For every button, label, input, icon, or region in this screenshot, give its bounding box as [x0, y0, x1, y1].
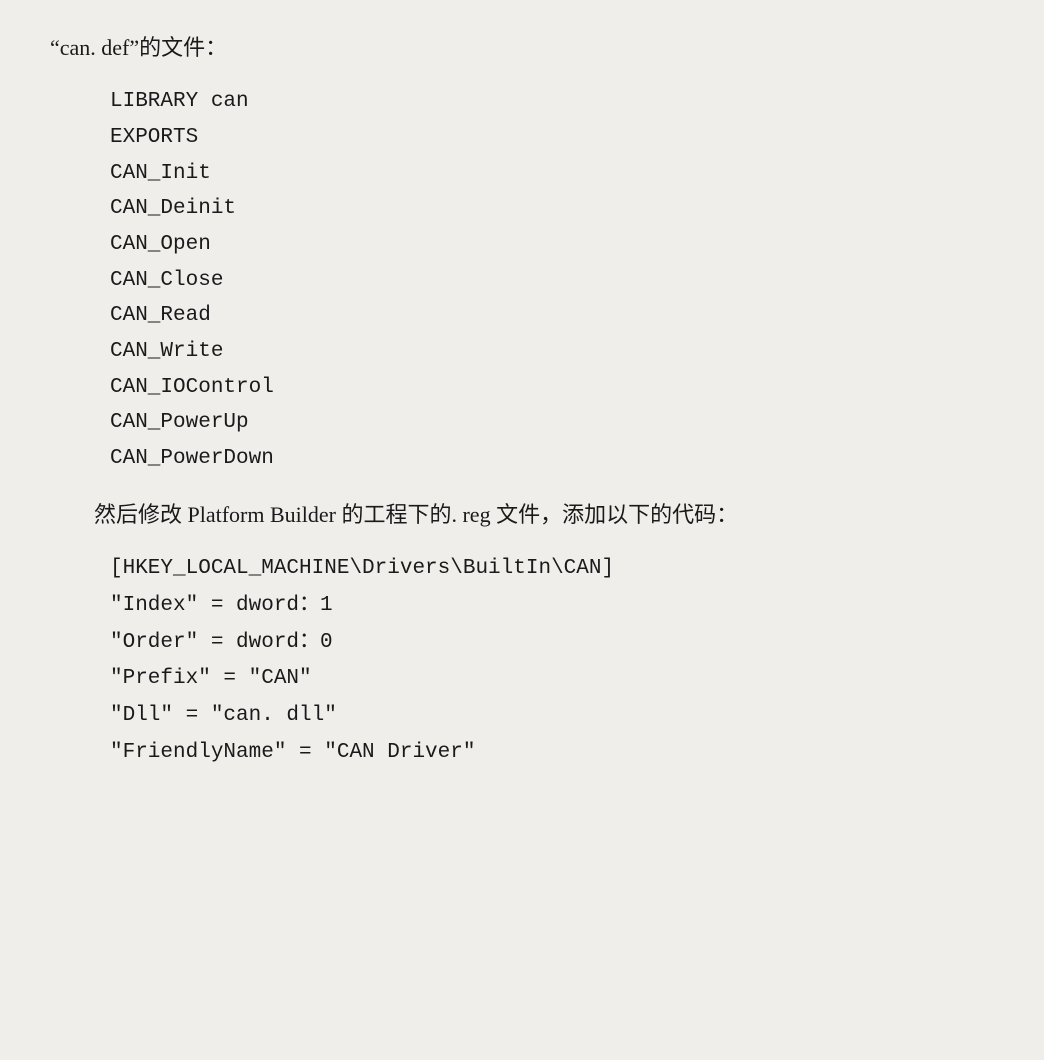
- registry-line-friendlyname: "FriendlyName" = "CAN Driver": [110, 735, 994, 772]
- code-line-canread: CAN_Read: [110, 298, 994, 334]
- code-line-exports: EXPORTS: [110, 120, 994, 156]
- registry-code-block: [HKEY_LOCAL_MACHINE\Drivers\BuiltIn\CAN]…: [110, 551, 994, 772]
- code-line-caninit: CAN_Init: [110, 156, 994, 192]
- code-line-candeinit: CAN_Deinit: [110, 191, 994, 227]
- registry-line-hkey: [HKEY_LOCAL_MACHINE\Drivers\BuiltIn\CAN]: [110, 551, 994, 588]
- registry-line-index: "Index" = dword：1: [110, 588, 994, 625]
- code-line-library: LIBRARY can: [110, 84, 994, 120]
- code-line-caniocontrol: CAN_IOControl: [110, 370, 994, 406]
- code-line-canopen: CAN_Open: [110, 227, 994, 263]
- code-line-canpowerdown: CAN_PowerDown: [110, 441, 994, 477]
- registry-line-order: "Order" = dword：0: [110, 625, 994, 662]
- code-line-canwrite: CAN_Write: [110, 334, 994, 370]
- registry-line-dll: "Dll" = "can. dll": [110, 698, 994, 735]
- code-line-canclose: CAN_Close: [110, 263, 994, 299]
- library-code-block: LIBRARY can EXPORTS CAN_Init CAN_Deinit …: [110, 84, 994, 477]
- middle-paragraph: 然后修改 Platform Builder 的工程下的. reg 文件，添加以下…: [50, 497, 994, 533]
- intro-text: “can. def”的文件：: [50, 30, 994, 66]
- registry-line-prefix: "Prefix" = "CAN": [110, 661, 994, 698]
- code-line-canpowerup: CAN_PowerUp: [110, 405, 994, 441]
